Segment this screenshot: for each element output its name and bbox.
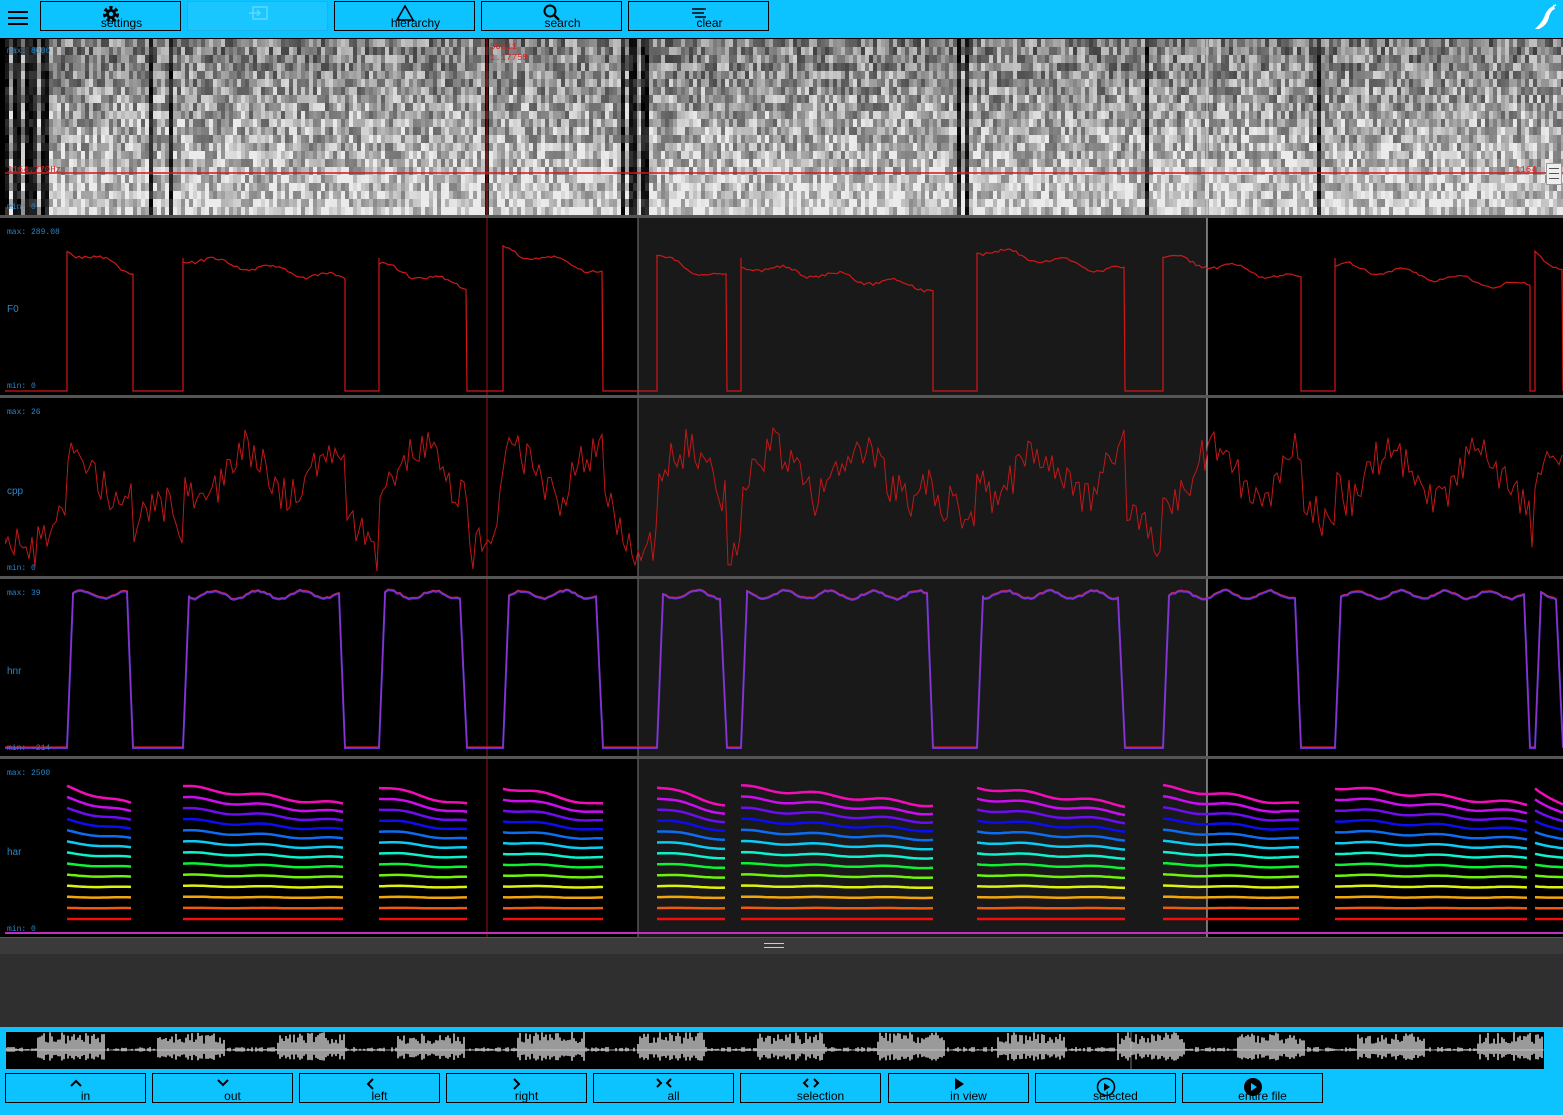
crosshair-frequency-right-label: 1164 <box>1515 165 1537 175</box>
annotation-area[interactable] <box>0 954 1563 1027</box>
clear-button[interactable]: clear <box>628 1 769 31</box>
zoom-in-label: in <box>80 1089 91 1103</box>
hnr-min-label: min: -214 <box>7 744 51 753</box>
f0-name-label: F0 <box>7 304 19 315</box>
waveform-overview[interactable] <box>6 1032 1544 1069</box>
cursor-time-label: 1.17755 <box>490 53 528 63</box>
hierarchy-label: hierarchy <box>390 16 441 30</box>
play-selected-label: selected <box>1093 1089 1138 1103</box>
search-label: search <box>544 16 581 30</box>
bird-logo-icon <box>1533 3 1557 31</box>
spectrogram-canvas <box>5 39 1563 215</box>
view-all-label: all <box>667 1089 680 1103</box>
zoom-in-button[interactable]: in <box>5 1073 146 1103</box>
hnr-name-label: hnr <box>7 666 22 677</box>
spectrogram-min-label: min: 0 <box>7 203 36 212</box>
har-track[interactable]: max: 2500 har min: 0 <box>5 759 1563 937</box>
har-canvas <box>5 759 1563 937</box>
settings-button[interactable]: settings <box>40 1 181 31</box>
play-selected-button[interactable]: selected <box>1035 1073 1176 1103</box>
enter-icon <box>188 4 327 25</box>
play-in-view-label: in view <box>950 1089 987 1103</box>
crosshair-frequency-label: 1164.770Hz <box>7 165 62 175</box>
panel-resize-handle-icon[interactable] <box>1546 163 1562 185</box>
cpp-max-label: max: 26 <box>7 408 41 417</box>
spectrogram-max-label: max: 8000 <box>7 47 51 56</box>
f0-min-label: min: 0 <box>7 382 36 391</box>
f0-max-label: max: 289.08 <box>7 228 60 237</box>
f0-track[interactable]: max: 289.08 F0 min: 0 <box>5 218 1563 395</box>
pane-splitter[interactable] <box>0 937 1563 954</box>
search-button[interactable]: search <box>481 1 622 31</box>
scroll-right-button[interactable]: right <box>446 1073 587 1103</box>
cpp-name-label: cpp <box>7 486 24 497</box>
scroll-right-label: right <box>514 1089 539 1103</box>
hnr-track[interactable]: max: 39 hnr min: -214 <box>5 579 1563 756</box>
hnr-max-label: max: 39 <box>7 589 41 598</box>
scroll-left-button[interactable]: left <box>299 1073 440 1103</box>
top-toolbar: settings hierarchy search clear <box>0 0 1563 38</box>
har-max-label: max: 2500 <box>7 769 51 778</box>
view-selection-label: selection <box>796 1089 845 1103</box>
play-entire-file-label: entire file <box>1238 1089 1287 1103</box>
hamburger-menu-icon[interactable] <box>8 7 32 29</box>
play-entire-file-button[interactable]: entire file <box>1182 1073 1323 1103</box>
view-all-button[interactable]: all <box>593 1073 734 1103</box>
har-name-label: har <box>7 847 22 858</box>
scroll-left-label: left <box>371 1089 388 1103</box>
cpp-canvas <box>5 398 1563 576</box>
bottom-toolbar: in out left right all selection in view … <box>0 1027 1563 1115</box>
cpp-track[interactable]: max: 26 cpp min: 0 <box>5 398 1563 576</box>
disabled-toolbar-button[interactable] <box>187 1 328 31</box>
cpp-min-label: min: 0 <box>7 564 36 573</box>
view-selection-button[interactable]: selection <box>740 1073 881 1103</box>
spectrogram-panel[interactable]: max: 8000 min: 0 1164.770Hz 1164 50011 1… <box>5 39 1563 215</box>
cursor-sample-label: 50011 <box>490 42 518 52</box>
hnr-canvas <box>5 579 1563 756</box>
splitter-grip-icon <box>764 943 784 948</box>
f0-canvas <box>5 218 1563 395</box>
zoom-out-button[interactable]: out <box>152 1073 293 1103</box>
clear-label: clear <box>696 16 723 30</box>
zoom-out-label: out <box>224 1089 241 1103</box>
settings-label: settings <box>100 16 143 30</box>
har-min-label: min: 0 <box>7 925 36 934</box>
overview-canvas <box>6 1032 1544 1069</box>
play-in-view-button[interactable]: in view <box>888 1073 1029 1103</box>
hierarchy-button[interactable]: hierarchy <box>334 1 475 31</box>
